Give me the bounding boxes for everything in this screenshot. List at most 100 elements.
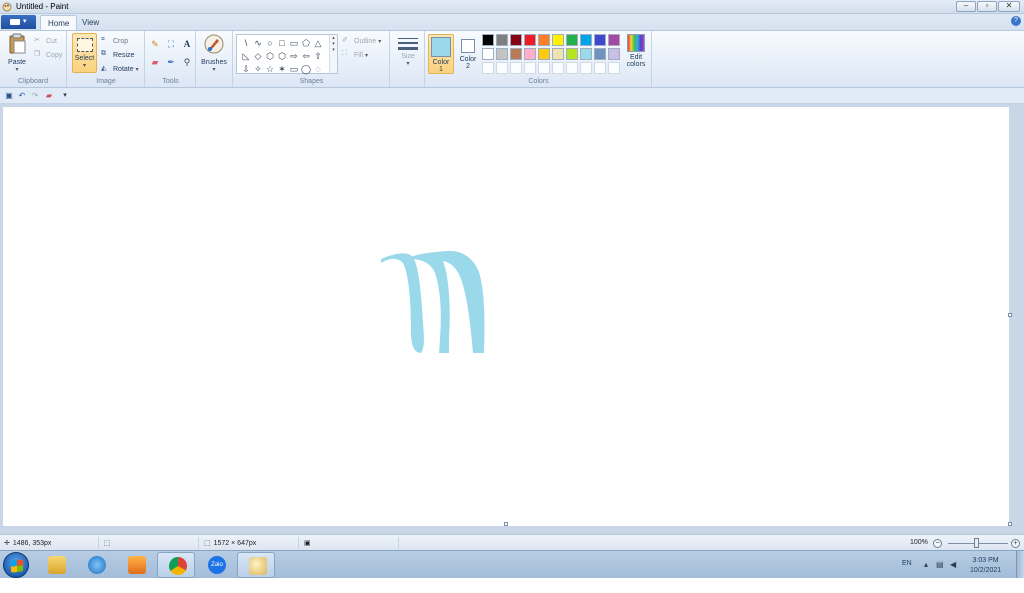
palette-swatch[interactable] bbox=[566, 34, 578, 46]
show-desktop-button[interactable] bbox=[1016, 551, 1024, 579]
shape-item[interactable]: ◌ bbox=[312, 63, 324, 75]
minimize-button[interactable]: – bbox=[956, 1, 976, 12]
language-indicator[interactable]: EN bbox=[902, 560, 912, 567]
palette-swatch[interactable] bbox=[482, 34, 494, 46]
start-button[interactable] bbox=[3, 552, 29, 578]
palette-swatch[interactable] bbox=[510, 34, 522, 46]
zoom-out-button[interactable]: − bbox=[933, 539, 942, 548]
copy-button[interactable]: ❐ Copy bbox=[34, 49, 62, 61]
brushes-button[interactable]: Brushes ▾ bbox=[201, 33, 227, 73]
palette-swatch[interactable] bbox=[496, 34, 508, 46]
shape-item[interactable]: ○ bbox=[264, 37, 276, 49]
palette-swatch[interactable] bbox=[566, 48, 578, 60]
color2-button[interactable]: Color 2 bbox=[456, 34, 480, 74]
shape-item[interactable]: ⇩ bbox=[240, 63, 252, 75]
canvas-resize-handle-right[interactable] bbox=[1008, 313, 1012, 317]
zoom-slider-thumb[interactable] bbox=[974, 538, 979, 548]
shape-item[interactable]: △ bbox=[312, 37, 324, 49]
shape-item[interactable]: ▭ bbox=[288, 37, 300, 49]
palette-custom-slot[interactable] bbox=[580, 62, 592, 74]
fill-button[interactable]: ⛶ Fill ▾ bbox=[342, 49, 368, 61]
undo-icon[interactable]: ↶ bbox=[17, 91, 27, 101]
shape-item[interactable]: ⇦ bbox=[300, 50, 312, 62]
palette-swatch[interactable] bbox=[524, 48, 536, 60]
palette-custom-slot[interactable] bbox=[594, 62, 606, 74]
help-icon[interactable]: ? bbox=[1011, 16, 1021, 26]
taskbar-ie[interactable] bbox=[77, 552, 115, 578]
customize-qat-icon[interactable]: ▾ bbox=[60, 91, 70, 101]
canvas-resize-handle-corner[interactable] bbox=[1008, 522, 1012, 526]
taskbar-paint[interactable] bbox=[237, 552, 275, 578]
palette-swatch[interactable] bbox=[510, 48, 522, 60]
fill-bucket-icon[interactable]: ⛶ bbox=[164, 37, 178, 51]
palette-custom-slot[interactable] bbox=[510, 62, 522, 74]
shapes-scroll[interactable]: ▴ ▾ ▾ bbox=[329, 35, 337, 73]
close-button[interactable]: ✕ bbox=[998, 1, 1020, 12]
redo-icon[interactable]: ↷ bbox=[30, 91, 40, 101]
save-icon[interactable]: ▣ bbox=[4, 91, 14, 101]
edit-colors-button[interactable]: Edit colors bbox=[624, 34, 648, 68]
rotate-button[interactable]: ◭ Rotate ▾ bbox=[101, 63, 139, 75]
palette-swatch[interactable] bbox=[594, 48, 606, 60]
color-picker-icon[interactable]: ✒ bbox=[164, 55, 178, 69]
shape-item[interactable]: ✧ bbox=[252, 63, 264, 75]
select-button[interactable]: Select ▾ bbox=[72, 33, 97, 73]
magnifier-icon[interactable]: ⚲ bbox=[180, 55, 194, 69]
paint-app-icon[interactable] bbox=[2, 2, 12, 12]
drawing-canvas[interactable] bbox=[3, 107, 1009, 526]
palette-swatch[interactable] bbox=[524, 34, 536, 46]
shape-item[interactable]: ⇨ bbox=[288, 50, 300, 62]
maximize-button[interactable]: ▫ bbox=[977, 1, 997, 12]
palette-swatch[interactable] bbox=[608, 48, 620, 60]
outline-button[interactable]: ✐ Outline ▾ bbox=[342, 35, 381, 47]
shape-item[interactable]: ⇧ bbox=[312, 50, 324, 62]
shape-item[interactable]: ⬠ bbox=[300, 37, 312, 49]
palette-swatch[interactable] bbox=[496, 48, 508, 60]
taskbar-explorer[interactable] bbox=[37, 552, 75, 578]
eraser-quick-icon[interactable]: ▰ bbox=[44, 91, 54, 101]
palette-custom-slot[interactable] bbox=[552, 62, 564, 74]
volume-icon[interactable]: ◀ bbox=[950, 560, 956, 569]
palette-swatch[interactable] bbox=[594, 34, 606, 46]
shape-item[interactable]: ∿ bbox=[252, 37, 264, 49]
palette-swatch[interactable] bbox=[608, 34, 620, 46]
palette-swatch[interactable] bbox=[482, 48, 494, 60]
shape-item[interactable]: ◺ bbox=[240, 50, 252, 62]
shape-item[interactable]: ◇ bbox=[252, 50, 264, 62]
palette-custom-slot[interactable] bbox=[608, 62, 620, 74]
palette-custom-slot[interactable] bbox=[524, 62, 536, 74]
shape-item[interactable]: ▭ bbox=[288, 63, 300, 75]
palette-custom-slot[interactable] bbox=[482, 62, 494, 74]
shape-item[interactable]: ⬡ bbox=[276, 50, 288, 62]
palette-swatch[interactable] bbox=[538, 34, 550, 46]
eraser-icon[interactable]: ▰ bbox=[148, 55, 162, 69]
color1-button[interactable]: Color 1 bbox=[428, 34, 454, 74]
palette-custom-slot[interactable] bbox=[538, 62, 550, 74]
palette-swatch[interactable] bbox=[580, 48, 592, 60]
text-tool-icon[interactable]: A bbox=[180, 37, 194, 51]
palette-swatch[interactable] bbox=[538, 48, 550, 60]
palette-custom-slot[interactable] bbox=[566, 62, 578, 74]
shapes-gallery[interactable]: \ ∿ ○ □ ▭ ⬠ △ ◺ ◇ ⬡ ⬡ ⇨ ⇦ ⇧ ⇩ ✧ ☆ ✶ ▭ ◯ ◌ ▴ ▾ ▾ bbox=[236, 34, 338, 74]
network-icon[interactable]: ▤ bbox=[936, 560, 944, 569]
canvas-resize-handle-bottom[interactable] bbox=[504, 522, 508, 526]
resize-button[interactable]: ⧉ Resize bbox=[101, 49, 134, 61]
taskbar-chrome[interactable] bbox=[157, 552, 195, 578]
shape-item[interactable]: ⬡ bbox=[264, 50, 276, 62]
shape-item[interactable]: ◯ bbox=[300, 63, 312, 75]
shape-item[interactable]: \ bbox=[240, 37, 252, 49]
show-hidden-icons-icon[interactable]: ▴ bbox=[924, 560, 928, 569]
crop-button[interactable]: ⌗ Crop bbox=[101, 35, 128, 47]
shape-item[interactable]: ☆ bbox=[264, 63, 276, 75]
zoom-in-button[interactable]: + bbox=[1011, 539, 1020, 548]
tab-home[interactable]: Home bbox=[40, 15, 78, 30]
shape-item[interactable]: ✶ bbox=[276, 63, 288, 75]
palette-swatch[interactable] bbox=[580, 34, 592, 46]
file-menu-button[interactable]: ▾ bbox=[1, 15, 36, 29]
palette-swatch[interactable] bbox=[552, 48, 564, 60]
cut-button[interactable]: ✂ Cut bbox=[34, 35, 57, 47]
taskbar-zalo[interactable]: Zalo bbox=[197, 552, 235, 578]
palette-swatch[interactable] bbox=[552, 34, 564, 46]
palette-custom-slot[interactable] bbox=[496, 62, 508, 74]
taskbar-media[interactable] bbox=[117, 552, 155, 578]
